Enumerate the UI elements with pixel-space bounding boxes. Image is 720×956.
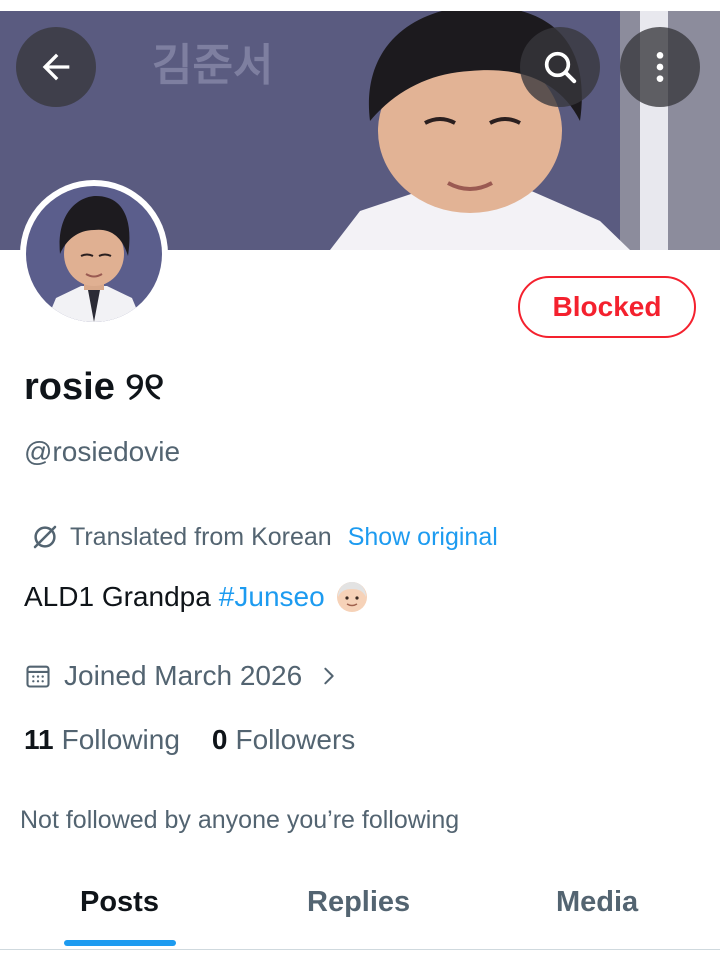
avatar[interactable] (20, 180, 168, 328)
followers-count: 0 (211, 724, 228, 755)
bio-text: ALD1 Grandpa (24, 581, 211, 612)
translate-icon (33, 525, 57, 549)
show-original-link[interactable]: Show original (348, 523, 498, 552)
older-man-emoji-icon (336, 582, 367, 612)
not-followed-note: Not followed by anyone you’re following (20, 806, 460, 834)
back-button[interactable] (16, 27, 96, 107)
followers-label: Followers (235, 724, 356, 755)
arrow-left-icon (42, 53, 70, 81)
active-tab-indicator (64, 940, 176, 946)
tab-replies[interactable]: Replies (307, 886, 410, 919)
hashtag-link[interactable]: #Junseo (219, 581, 325, 613)
following-count: 11 (24, 724, 54, 755)
translation-notice: Translated from Korean Show original (30, 520, 498, 554)
joined-text: Joined March 2026 (64, 660, 303, 691)
more-vertical-icon (656, 52, 664, 82)
username-handle: @rosiedovie (24, 436, 181, 467)
following-label: Following (61, 724, 180, 755)
search-button[interactable] (520, 27, 600, 107)
blocked-button[interactable]: Blocked (518, 276, 696, 338)
joined-date[interactable]: Joined March 2026 (24, 660, 340, 692)
avatar-photo (26, 186, 162, 322)
followers-link[interactable]: 0 Followers (212, 724, 355, 756)
more-options-button[interactable] (620, 27, 700, 107)
profile-tabs: Posts Replies Media (0, 866, 720, 950)
translation-note: Translated from Korean (70, 522, 332, 551)
banner-caption: 김준서 (152, 40, 274, 91)
tab-media[interactable]: Media (556, 886, 638, 919)
follow-stats: 11 Following 0 Followers (24, 724, 355, 756)
search-icon (544, 51, 577, 84)
display-name: rosie ୨୧ (24, 366, 165, 408)
tab-posts[interactable]: Posts (80, 886, 159, 919)
chevron-right-icon (324, 667, 334, 685)
calendar-icon (26, 665, 50, 688)
following-link[interactable]: 11 Following (24, 724, 180, 756)
bio: ALD1 Grandpa #Junseo (24, 580, 369, 614)
